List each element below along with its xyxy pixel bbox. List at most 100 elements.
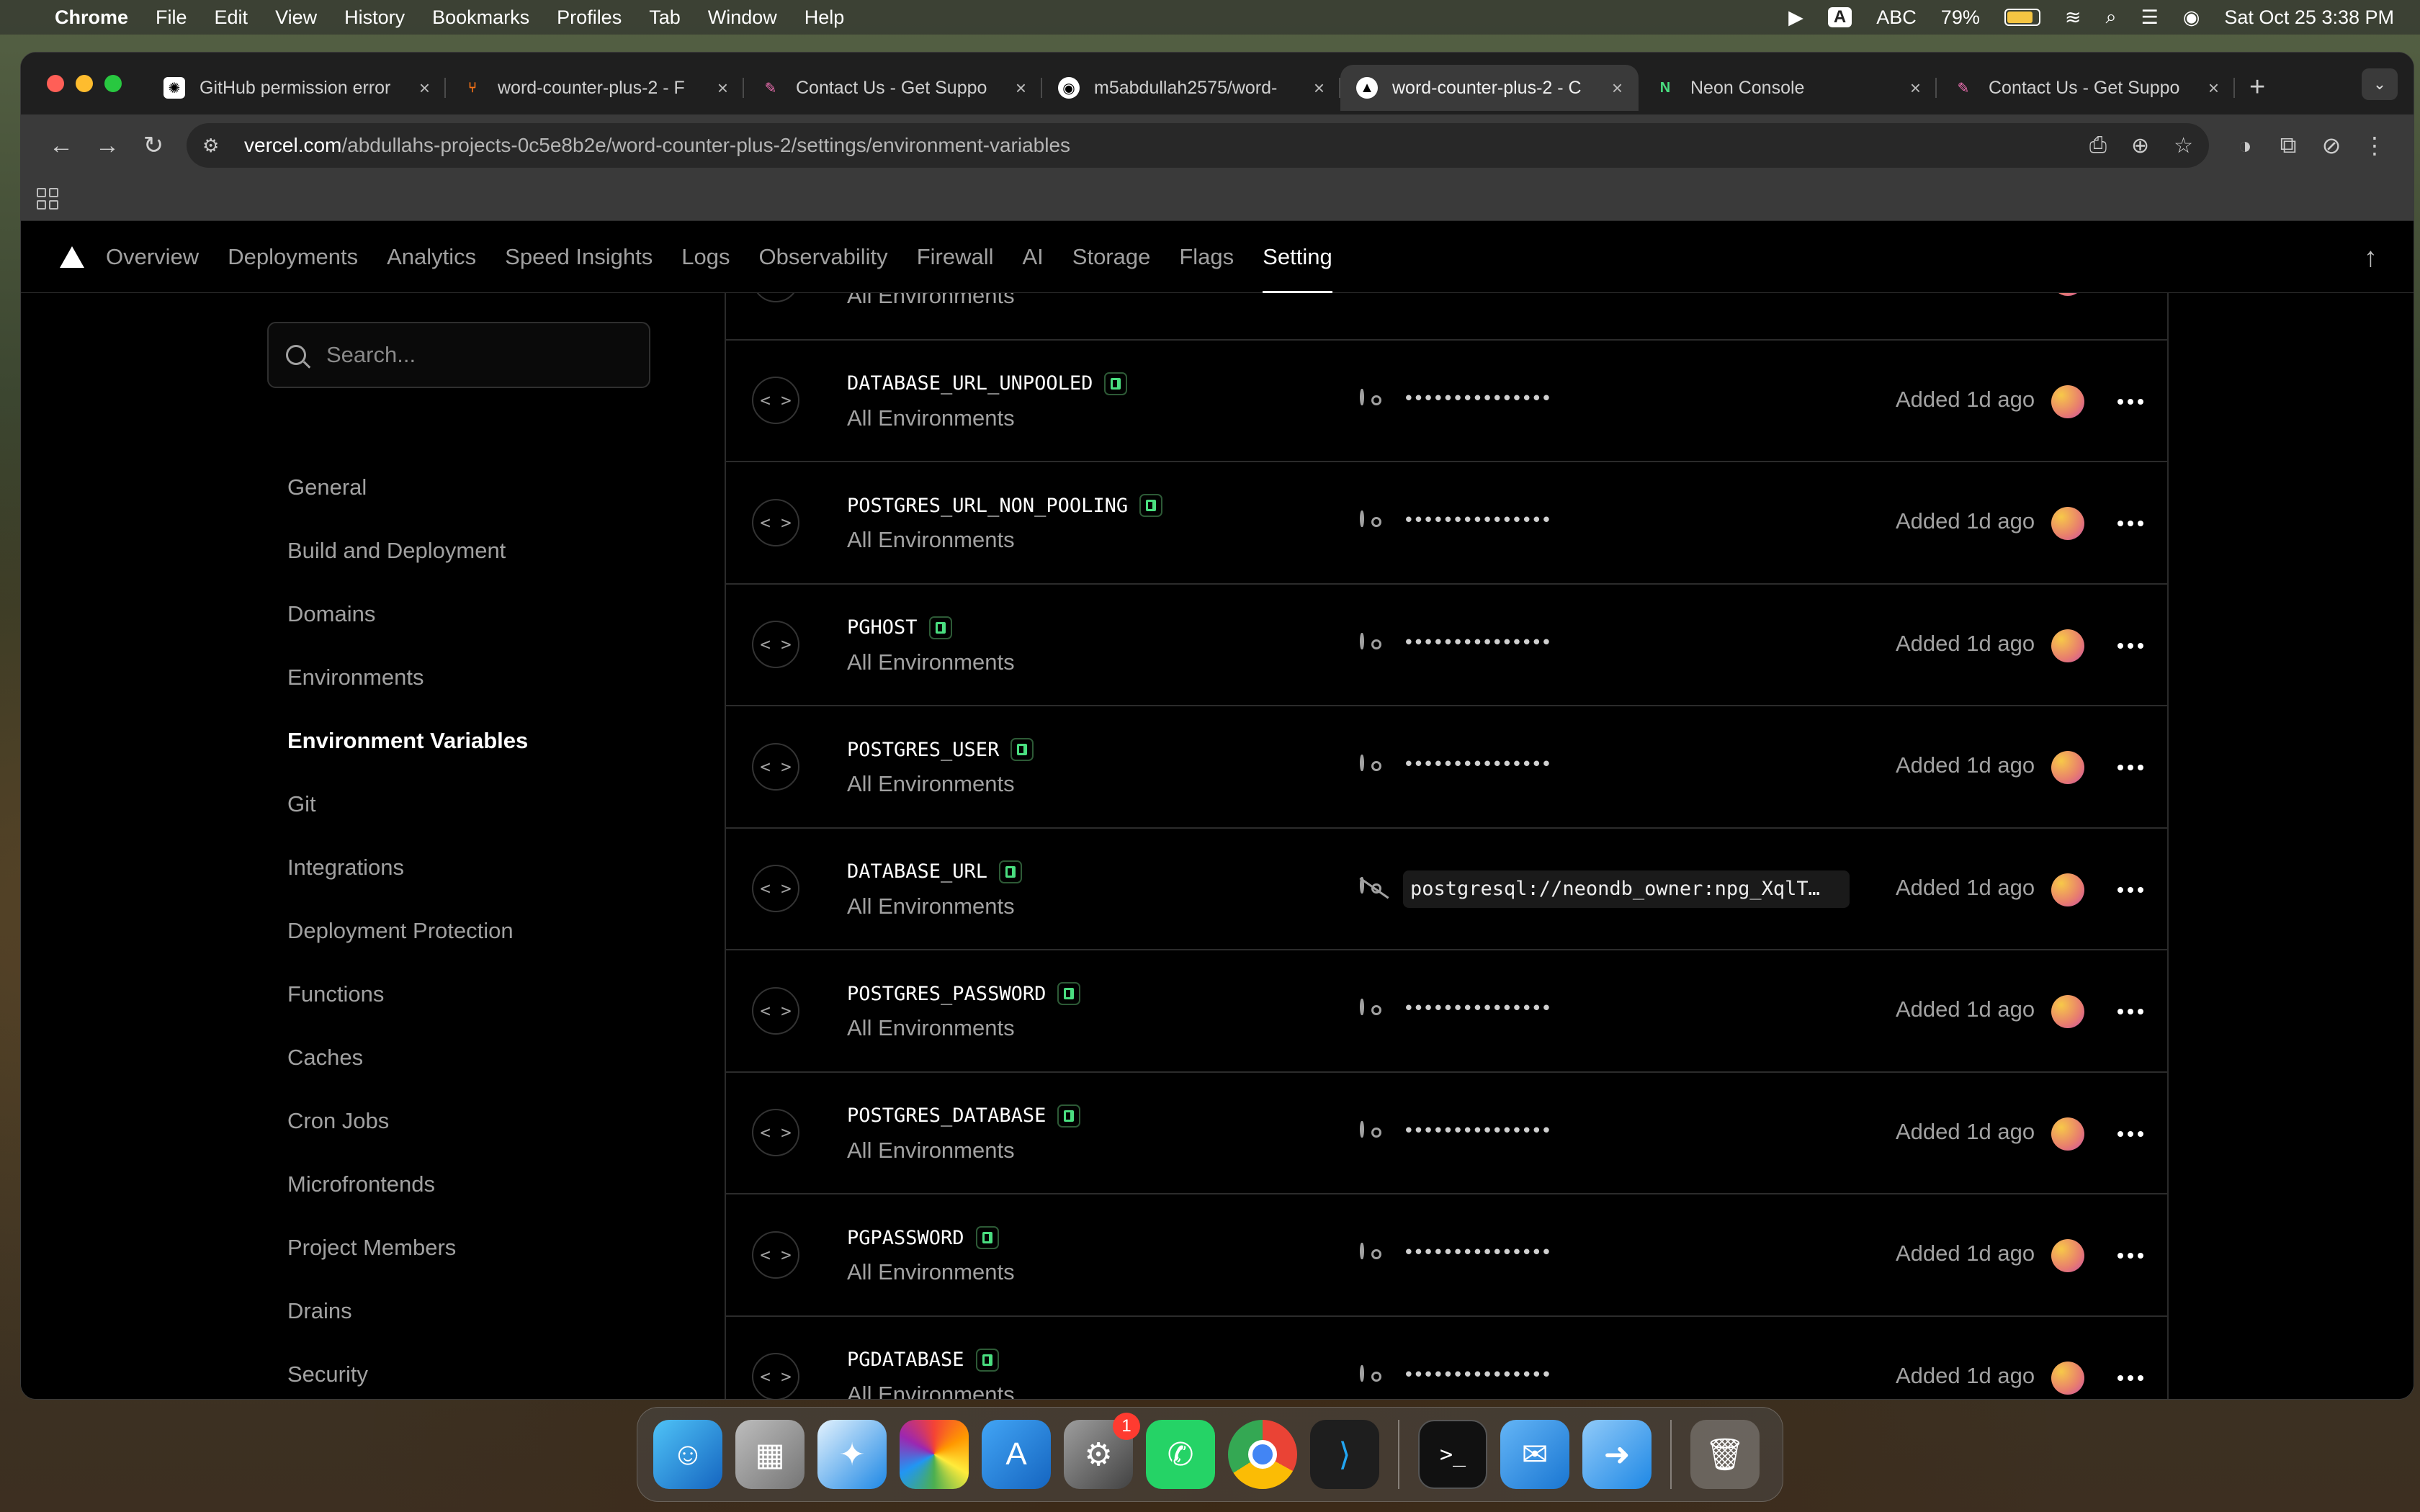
nav-flags[interactable]: Flags [1179, 221, 1234, 293]
wifi-icon[interactable]: ≋ [2065, 6, 2081, 29]
menu-help[interactable]: Help [805, 6, 845, 29]
menu-window[interactable]: Window [708, 6, 777, 29]
control-center-icon[interactable]: ☰ [2141, 6, 2159, 29]
browser-tab[interactable]: ✎ Contact Us - Get Suppo × [744, 65, 1042, 111]
close-tab-icon[interactable]: × [1314, 77, 1325, 99]
vercel-logo-icon[interactable] [60, 246, 84, 268]
sidebar-item-deployment-protection[interactable]: Deployment Protection [287, 899, 528, 963]
close-tab-icon[interactable]: × [1910, 77, 1921, 99]
more-options-button[interactable] [2112, 995, 2149, 1028]
browser-tab[interactable]: ▲ word-counter-plus-2 - C × [1340, 65, 1639, 111]
site-info-icon[interactable]: ⚙ [202, 135, 234, 157]
sidebar-item-security[interactable]: Security [287, 1343, 528, 1399]
menu-edit[interactable]: Edit [215, 6, 248, 29]
more-options-button[interactable] [2112, 1117, 2149, 1151]
sidebar-item-integrations[interactable]: Integrations [287, 836, 528, 899]
nav-overview[interactable]: Overview [106, 221, 199, 293]
close-tab-icon[interactable]: × [2208, 77, 2219, 99]
browser-tab[interactable]: ✺ GitHub permission error × [148, 65, 446, 111]
sidebar-item-build-and-deployment[interactable]: Build and Deployment [287, 519, 528, 582]
profile-avatar-icon[interactable]: ⊘ [2310, 124, 2353, 167]
zoom-window-button[interactable] [104, 75, 122, 92]
close-tab-icon[interactable]: × [1612, 77, 1623, 99]
hide-value-icon[interactable] [1359, 876, 1389, 899]
sidebar-item-functions[interactable]: Functions [287, 963, 528, 1026]
more-options-button[interactable] [2112, 385, 2149, 418]
show-value-icon[interactable] [1360, 388, 1389, 410]
menu-tab[interactable]: Tab [649, 6, 681, 29]
app-store-icon[interactable]: A [982, 1420, 1051, 1489]
nav-firewall[interactable]: Firewall [917, 221, 994, 293]
show-value-icon[interactable] [1360, 1243, 1389, 1264]
reload-button[interactable]: ↻ [130, 122, 176, 168]
browser-tab[interactable]: ◉ m5abdullah2575/word- × [1042, 65, 1340, 111]
input-source-icon[interactable]: A [1827, 7, 1852, 27]
address-bar[interactable]: ⚙ vercel.com/abdullahs-projects-0c5e8b2e… [187, 123, 2209, 168]
browser-tab[interactable]: N Neon Console × [1639, 65, 1937, 111]
code-icon[interactable]: < > [752, 498, 799, 546]
show-value-icon[interactable] [1360, 755, 1389, 775]
vscode-icon[interactable]: ⟩ [1310, 1420, 1379, 1489]
browser-tab[interactable]: ⑂ word-counter-plus-2 - F × [446, 65, 744, 111]
settings-search[interactable] [267, 322, 650, 388]
more-options-button[interactable] [2112, 751, 2149, 784]
sidebar-item-caches[interactable]: Caches [287, 1026, 528, 1089]
finder-icon[interactable]: ☺ [653, 1420, 722, 1489]
chrome-menu-icon[interactable]: ⋮ [2353, 124, 2396, 167]
extension-icon[interactable]: ◑ [2223, 124, 2267, 167]
code-icon[interactable]: < > [752, 293, 799, 302]
nav-ai[interactable]: AI [1022, 221, 1043, 293]
nav-deployments[interactable]: Deployments [228, 221, 358, 293]
show-value-icon[interactable] [1360, 510, 1389, 531]
mail-icon[interactable]: ✉ [1500, 1420, 1569, 1489]
nav-setting[interactable]: Setting [1263, 221, 1332, 293]
menu-history[interactable]: History [344, 6, 405, 29]
sidebar-item-domains[interactable]: Domains [287, 582, 528, 646]
more-options-button[interactable] [2112, 293, 2149, 296]
code-icon[interactable]: < > [752, 377, 799, 425]
extensions-puzzle-icon[interactable]: ⧉ [2267, 124, 2310, 167]
menu-clock[interactable]: Sat Oct 25 3:38 PM [2224, 6, 2394, 29]
system-settings-icon[interactable]: ⚙ 1 [1064, 1413, 1140, 1489]
more-options-button[interactable] [2112, 873, 2149, 906]
photos-icon[interactable] [900, 1420, 969, 1489]
code-icon[interactable]: < > [752, 621, 799, 669]
nav-analytics[interactable]: Analytics [387, 221, 476, 293]
show-value-icon[interactable] [1360, 1120, 1389, 1142]
chrome-icon[interactable] [1228, 1420, 1297, 1489]
show-value-icon[interactable] [1360, 1364, 1389, 1386]
close-tab-icon[interactable]: × [717, 77, 728, 99]
env-var-value[interactable]: postgresql://neondb_owner:npg_XqlT… [1403, 870, 1850, 908]
close-tab-icon[interactable]: × [419, 77, 430, 99]
code-icon[interactable]: < > [752, 1230, 799, 1279]
terminal-icon[interactable]: >_ [1418, 1420, 1487, 1489]
sidebar-item-environments[interactable]: Environments [287, 646, 528, 709]
code-icon[interactable]: < > [752, 742, 799, 791]
new-tab-button[interactable]: + [2249, 72, 2265, 103]
scroll-to-top-icon[interactable]: ↑ [2364, 243, 2378, 274]
menu-file[interactable]: File [156, 6, 187, 29]
more-options-button[interactable] [2112, 507, 2149, 540]
safari-icon[interactable]: ✦ [817, 1420, 887, 1489]
code-icon[interactable]: < > [752, 1109, 799, 1157]
sidebar-item-general[interactable]: General [287, 456, 528, 519]
code-icon[interactable]: < > [752, 865, 799, 913]
zoom-icon[interactable]: ⊕ [2131, 133, 2149, 158]
sidebar-item-drains[interactable]: Drains [287, 1279, 528, 1343]
sidebar-item-microfrontends[interactable]: Microfrontends [287, 1153, 528, 1216]
launchpad-icon[interactable]: ▦ [735, 1420, 805, 1489]
browser-tab[interactable]: ✎ Contact Us - Get Suppo × [1937, 65, 2235, 111]
spotlight-search-icon[interactable]: ⌕ [2105, 6, 2116, 29]
whatsapp-icon[interactable]: ✆ [1146, 1420, 1215, 1489]
tab-search-button[interactable]: ⌄ [2362, 68, 2398, 100]
menu-bookmarks[interactable]: Bookmarks [432, 6, 529, 29]
nav-speed-insights[interactable]: Speed Insights [505, 221, 653, 293]
code-icon[interactable]: < > [752, 1353, 799, 1399]
more-options-button[interactable] [2112, 1239, 2149, 1272]
migration-icon[interactable]: ➜ [1582, 1420, 1652, 1489]
screen-record-icon[interactable]: ▶ [1788, 6, 1803, 29]
more-options-button[interactable] [2112, 629, 2149, 662]
nav-observability[interactable]: Observability [759, 221, 888, 293]
minimize-window-button[interactable] [76, 75, 93, 92]
code-icon[interactable]: < > [752, 986, 799, 1035]
